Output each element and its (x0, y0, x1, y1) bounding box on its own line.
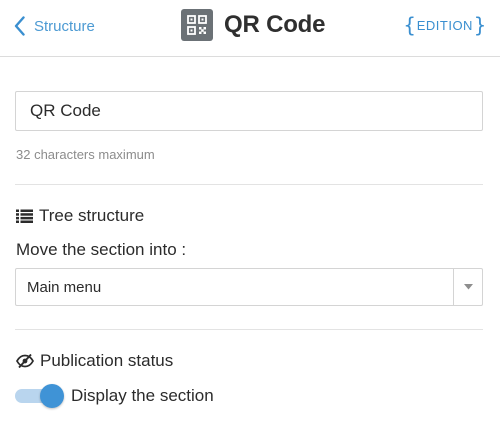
page-title-group: QR Code (181, 9, 325, 41)
section-name-input[interactable] (30, 101, 468, 121)
caret-down-icon[interactable] (453, 269, 482, 305)
display-section-toggle[interactable] (15, 383, 65, 409)
publication-status-title: Publication status (40, 351, 174, 370)
list-icon (16, 209, 33, 223)
edition-label: EDITION (416, 17, 473, 33)
tree-structure-title: Tree structure (39, 206, 145, 225)
top-bar: Structure QR Code { EDITION } (0, 0, 500, 57)
parent-section-select[interactable]: Main menu (15, 268, 483, 306)
brace-open: { (403, 13, 416, 37)
eye-slash-icon (16, 354, 34, 368)
edition-button[interactable]: { EDITION } (404, 13, 486, 37)
display-section-toggle-row[interactable]: Display the section (15, 383, 214, 409)
character-limit-hint: 32 characters maximum (16, 147, 155, 162)
qr-code-icon (181, 9, 213, 41)
display-section-label: Display the section (71, 386, 214, 405)
page-title: QR Code (224, 11, 326, 38)
back-button[interactable]: Structure (14, 12, 95, 40)
toggle-knob[interactable] (40, 384, 64, 408)
back-label: Structure (34, 17, 95, 35)
chevron-left-icon (14, 16, 25, 36)
divider (15, 329, 483, 330)
brace-close: } (473, 13, 486, 37)
tree-structure-heading: Tree structure (16, 206, 144, 226)
section-name-field[interactable] (15, 91, 483, 131)
move-section-label: Move the section into : (16, 240, 187, 259)
selected-option: Main menu (27, 278, 102, 296)
publication-status-heading: Publication status (16, 351, 173, 371)
divider (15, 184, 483, 185)
